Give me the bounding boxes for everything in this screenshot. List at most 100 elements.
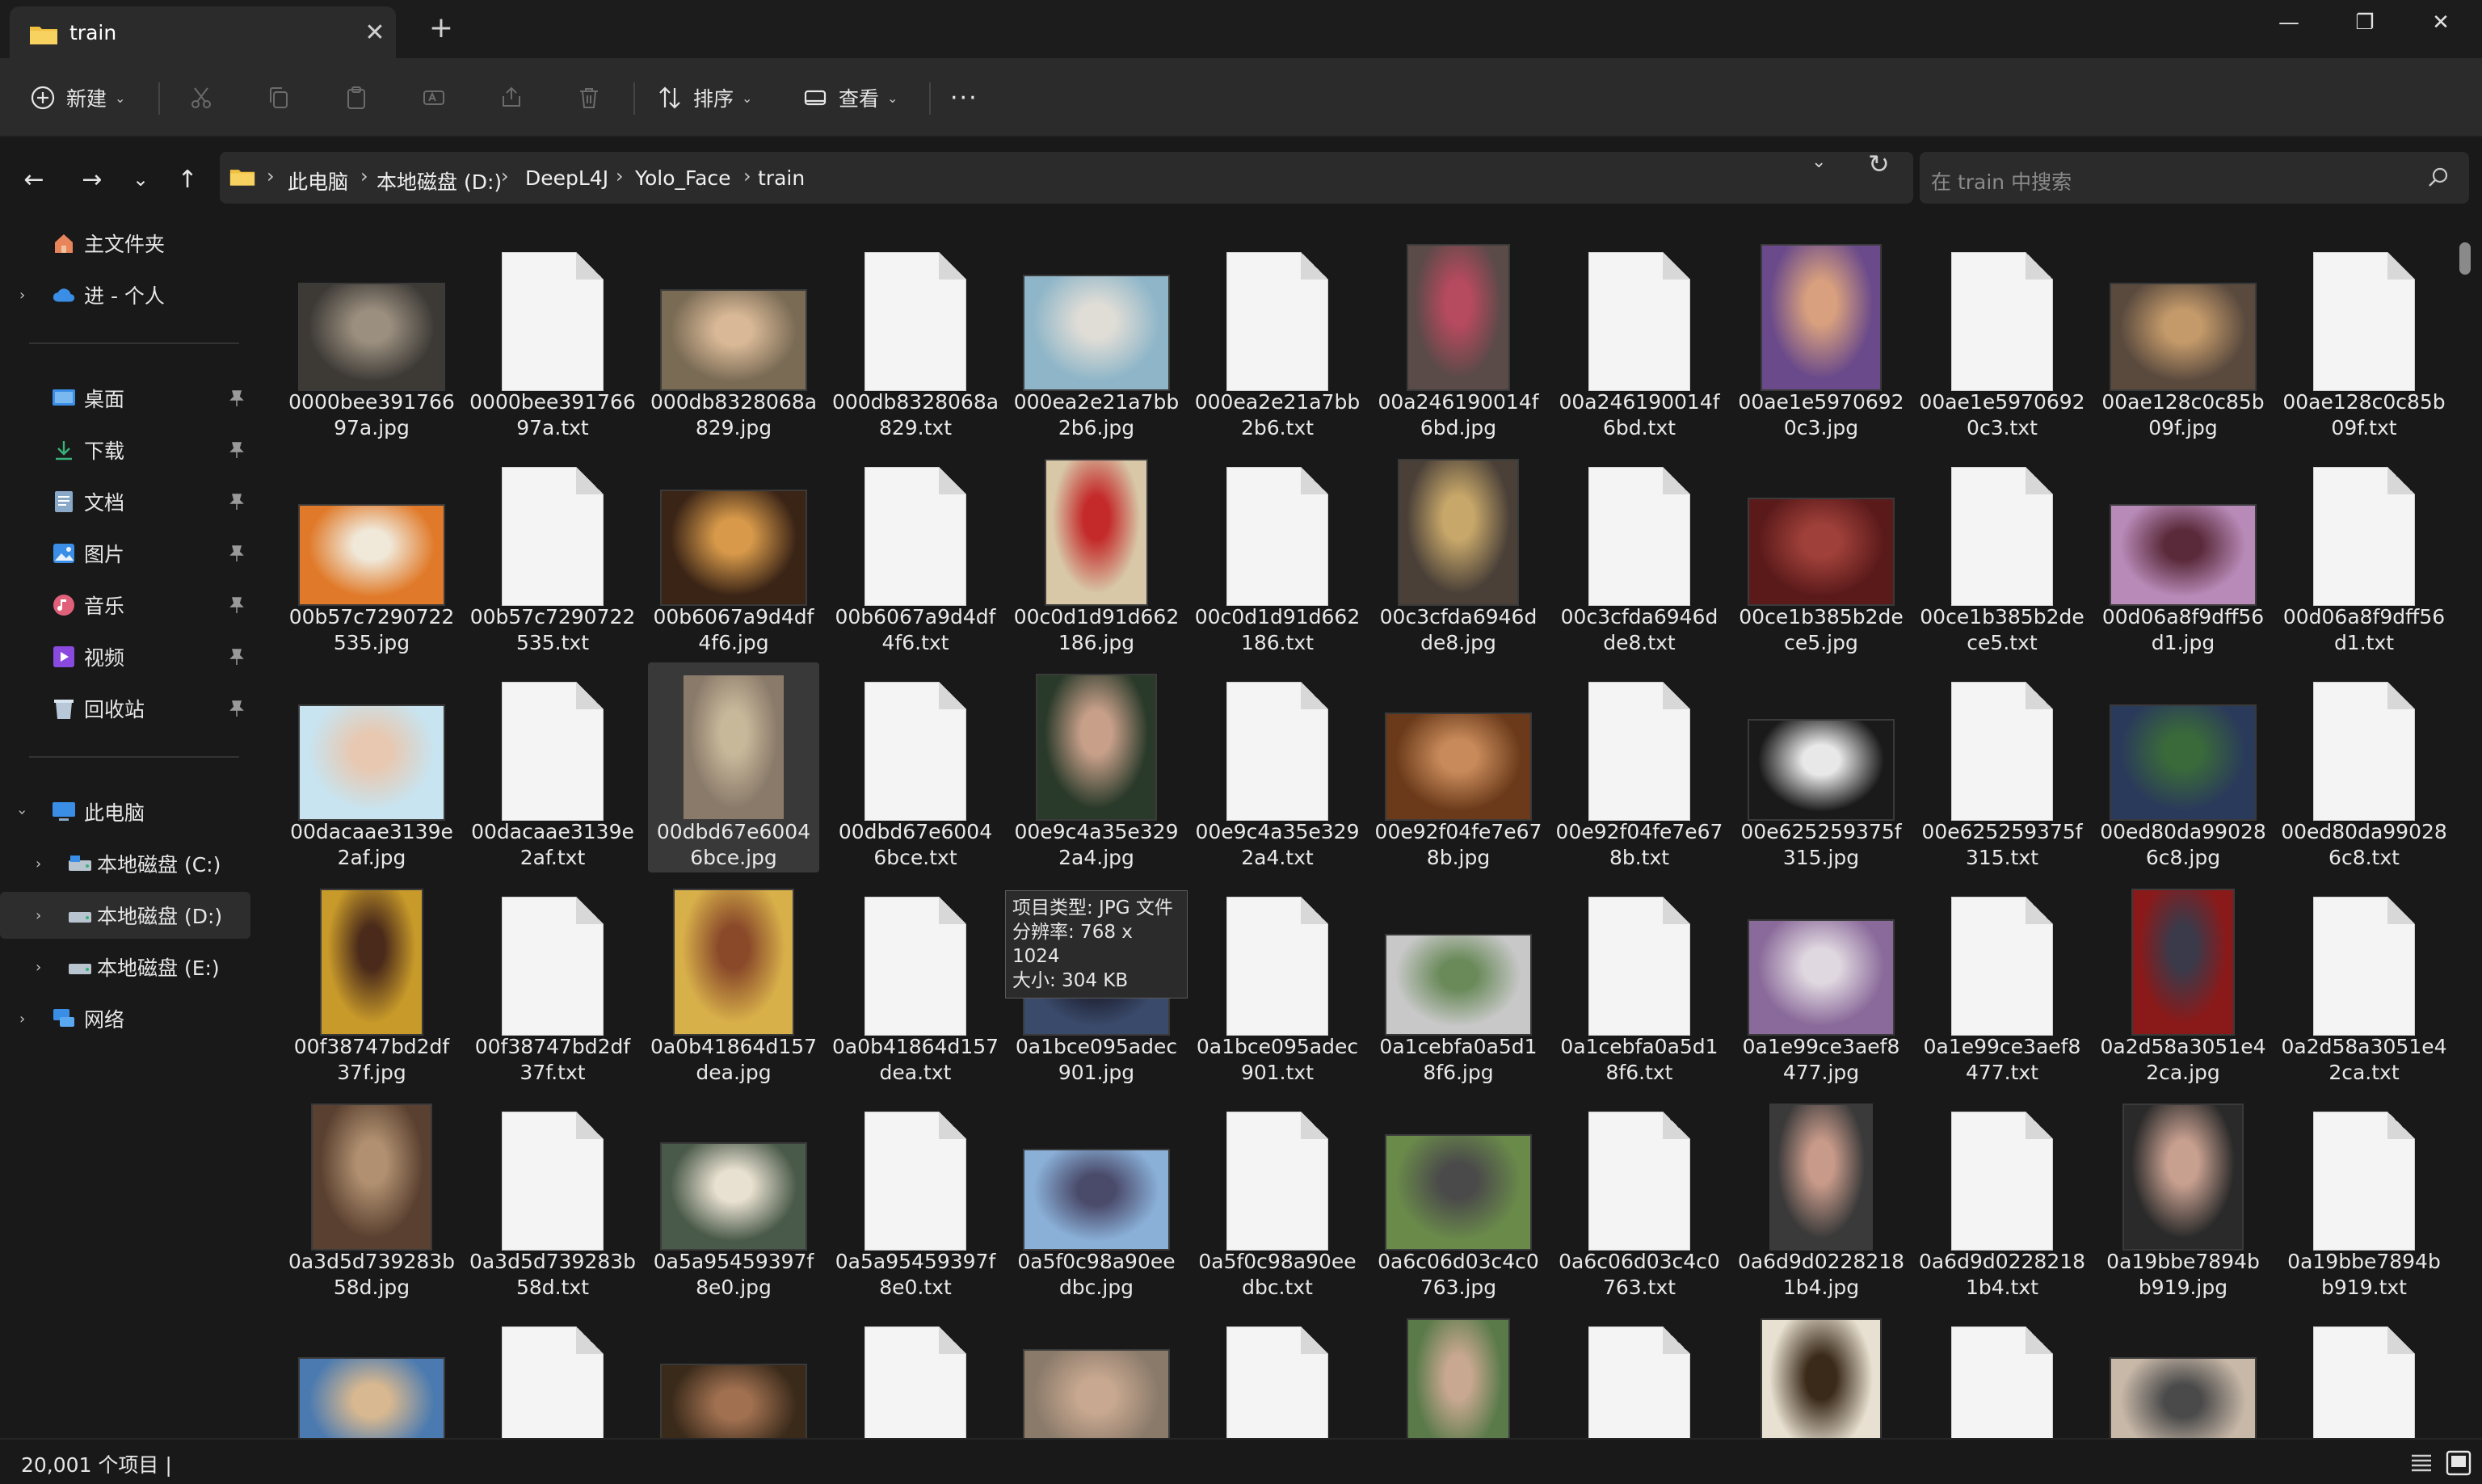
text-file-item[interactable]: 00e92f04fe7e67 8b.txt: [1554, 662, 1725, 872]
text-file-item[interactable]: [467, 1307, 638, 1438]
sidebar-item-music[interactable]: 音乐: [0, 582, 250, 628]
chevron-right-icon[interactable]: ›: [36, 856, 41, 872]
image-file-item[interactable]: 00ce1b385b2de ce5.jpg: [1735, 448, 1907, 658]
image-file-item[interactable]: 0a1e99ce3aef8 477.jpg: [1735, 877, 1907, 1087]
delete-icon[interactable]: [570, 79, 608, 116]
sidebar-item-recycle-bin[interactable]: 回收站: [0, 685, 250, 732]
text-file-item[interactable]: 0a5f0c98a90ee dbc.txt: [1192, 1092, 1363, 1302]
text-file-item[interactable]: [1192, 1307, 1363, 1438]
text-file-item[interactable]: 0a3d5d739283b 58d.txt: [467, 1092, 638, 1302]
image-file-item[interactable]: 0a5a95459397f 8e0.jpg: [648, 1092, 819, 1302]
minimize-button[interactable]: —: [2251, 0, 2327, 45]
text-file-item[interactable]: 00dacaae3139e 2af.txt: [467, 662, 638, 872]
tab-train[interactable]: train ✕: [10, 6, 396, 58]
recent-locations-chevron-icon[interactable]: ⌄: [123, 162, 158, 197]
image-file-item[interactable]: 0a5f0c98a90ee dbc.jpg: [1011, 1092, 1182, 1302]
pin-icon[interactable]: [228, 596, 246, 614]
image-file-item[interactable]: 0000bee391766 97a.jpg: [286, 233, 457, 443]
image-file-item[interactable]: 00ae128c0c85b 09f.jpg: [2097, 233, 2269, 443]
text-file-item[interactable]: 0a0b41864d157 dea.txt: [830, 877, 1001, 1087]
search-box[interactable]: 在 train 中搜索: [1920, 152, 2469, 204]
breadcrumb-drive-d[interactable]: 本地磁盘 (D:): [377, 166, 502, 195]
text-file-item[interactable]: [1916, 1307, 2088, 1438]
text-file-item[interactable]: 00b6067a9d4df 4f6.txt: [830, 448, 1001, 658]
text-file-item[interactable]: 0a6d9d0228218 1b4.txt: [1916, 1092, 2088, 1302]
image-file-item[interactable]: 00dacaae3139e 2af.jpg: [286, 662, 457, 872]
image-file-item[interactable]: 0a3d5d739283b 58d.jpg: [286, 1092, 457, 1302]
details-view-icon[interactable]: [2408, 1449, 2435, 1477]
image-file-item[interactable]: 000ea2e21a7bb 2b6.jpg: [1011, 233, 1182, 443]
text-file-item[interactable]: 0a1bce095adec 901.txt: [1192, 877, 1363, 1087]
image-file-item[interactable]: 0a0b41864d157 dea.jpg: [648, 877, 819, 1087]
large-icons-view-icon[interactable]: [2445, 1449, 2472, 1477]
text-file-item[interactable]: 00e9c4a35e329 2a4.txt: [1192, 662, 1363, 872]
image-file-item[interactable]: [1011, 1307, 1182, 1438]
back-arrow-icon[interactable]: ←: [16, 162, 52, 197]
breadcrumb-this-pc[interactable]: 此电脑: [288, 166, 348, 195]
address-bar[interactable]: › 此电脑 › 本地磁盘 (D:) › DeepL4J › Yolo_Face …: [220, 152, 1913, 204]
text-file-item[interactable]: 000ea2e21a7bb 2b6.txt: [1192, 233, 1363, 443]
image-file-item[interactable]: 00e625259375f 315.jpg: [1735, 662, 1907, 872]
text-file-item[interactable]: 00dbd67e6004 6bce.txt: [830, 662, 1001, 872]
image-file-item[interactable]: 000db8328068a 829.jpg: [648, 233, 819, 443]
text-file-item[interactable]: 0a19bbe7894b b919.txt: [2278, 1092, 2450, 1302]
text-file-item[interactable]: 0a5a95459397f 8e0.txt: [830, 1092, 1001, 1302]
paste-icon[interactable]: [338, 79, 375, 116]
sidebar-item-this-pc[interactable]: › 此电脑: [0, 788, 250, 835]
share-icon[interactable]: [493, 79, 530, 116]
copy-icon[interactable]: [260, 79, 297, 116]
image-file-item[interactable]: 00e92f04fe7e67 8b.jpg: [1373, 662, 1544, 872]
breadcrumb-yolo-face[interactable]: Yolo_Face: [635, 166, 731, 190]
chevron-right-icon[interactable]: ›: [19, 1011, 25, 1028]
image-file-item[interactable]: 0a2d58a3051e4 2ca.jpg: [2097, 877, 2269, 1087]
sidebar-item-home[interactable]: 主文件夹: [0, 220, 250, 267]
text-file-item[interactable]: 0a2d58a3051e4 2ca.txt: [2278, 877, 2450, 1087]
image-file-item[interactable]: [648, 1307, 819, 1438]
text-file-item[interactable]: 00ce1b385b2de ce5.txt: [1916, 448, 2088, 658]
image-file-item[interactable]: 0a6c06d03c4c0 763.jpg: [1373, 1092, 1544, 1302]
breadcrumb-deepl4j[interactable]: DeepL4J: [525, 166, 608, 190]
sidebar-item-drive-d[interactable]: › 本地磁盘 (D:): [0, 892, 250, 939]
text-file-item[interactable]: 0a6c06d03c4c0 763.txt: [1554, 1092, 1725, 1302]
image-file-item[interactable]: 0a6d9d0228218 1b4.jpg: [1735, 1092, 1907, 1302]
text-file-item[interactable]: 00ed80da99028 6c8.txt: [2278, 662, 2450, 872]
image-file-item[interactable]: 00f38747bd2df 37f.jpg: [286, 877, 457, 1087]
cut-icon[interactable]: [183, 79, 220, 116]
image-file-item[interactable]: [286, 1307, 457, 1438]
image-file-item[interactable]: [2097, 1307, 2269, 1438]
text-file-item[interactable]: 0a1cebfa0a5d1 8f6.txt: [1554, 877, 1725, 1087]
image-file-item[interactable]: 00ae1e5970692 0c3.jpg: [1735, 233, 1907, 443]
sort-button[interactable]: 排序 ⌄: [656, 78, 752, 118]
image-file-item[interactable]: 00e9c4a35e329 2a4.jpg: [1011, 662, 1182, 872]
text-file-item[interactable]: [2278, 1307, 2450, 1438]
image-file-item[interactable]: 00a246190014f 6bd.jpg: [1373, 233, 1544, 443]
chevron-right-icon[interactable]: ›: [36, 907, 41, 924]
image-file-item[interactable]: [1735, 1307, 1907, 1438]
text-file-item[interactable]: 000db8328068a 829.txt: [830, 233, 1001, 443]
text-file-item[interactable]: [830, 1307, 1001, 1438]
sidebar-item-downloads[interactable]: 下载: [0, 427, 250, 473]
image-file-item[interactable]: 00c0d1d91d662 186.jpg: [1011, 448, 1182, 658]
new-button[interactable]: 新建 ⌄: [29, 78, 125, 118]
image-file-item[interactable]: 00c3cfda6946d de8.jpg: [1373, 448, 1544, 658]
image-file-item[interactable]: 00b57c7290722 535.jpg: [286, 448, 457, 658]
text-file-item[interactable]: 00c3cfda6946d de8.txt: [1554, 448, 1725, 658]
text-file-item[interactable]: 0000bee391766 97a.txt: [467, 233, 638, 443]
refresh-icon[interactable]: ↻: [1868, 149, 1890, 179]
rename-icon[interactable]: [415, 79, 452, 116]
pin-icon[interactable]: [228, 493, 246, 511]
image-file-item[interactable]: [1373, 1307, 1544, 1438]
text-file-item[interactable]: 00f38747bd2df 37f.txt: [467, 877, 638, 1087]
sidebar-item-drive-c[interactable]: › 本地磁盘 (C:): [0, 840, 250, 887]
up-arrow-icon[interactable]: ↑: [170, 162, 205, 197]
image-file-item[interactable]: 00b6067a9d4df 4f6.jpg: [648, 448, 819, 658]
text-file-item[interactable]: 00a246190014f 6bd.txt: [1554, 233, 1725, 443]
image-file-item[interactable]: 0a19bbe7894b b919.jpg: [2097, 1092, 2269, 1302]
forward-arrow-icon[interactable]: →: [74, 162, 110, 197]
text-file-item[interactable]: 00ae128c0c85b 09f.txt: [2278, 233, 2450, 443]
image-file-item[interactable]: 00ed80da99028 6c8.jpg: [2097, 662, 2269, 872]
maximize-button[interactable]: ❐: [2327, 0, 2403, 45]
sidebar-item-onedrive[interactable]: › 进 - 个人: [0, 271, 250, 318]
image-file-item[interactable]: 00dbd67e6004 6bce.jpg: [648, 662, 819, 872]
image-file-item[interactable]: 0a1cebfa0a5d1 8f6.jpg: [1373, 877, 1544, 1087]
